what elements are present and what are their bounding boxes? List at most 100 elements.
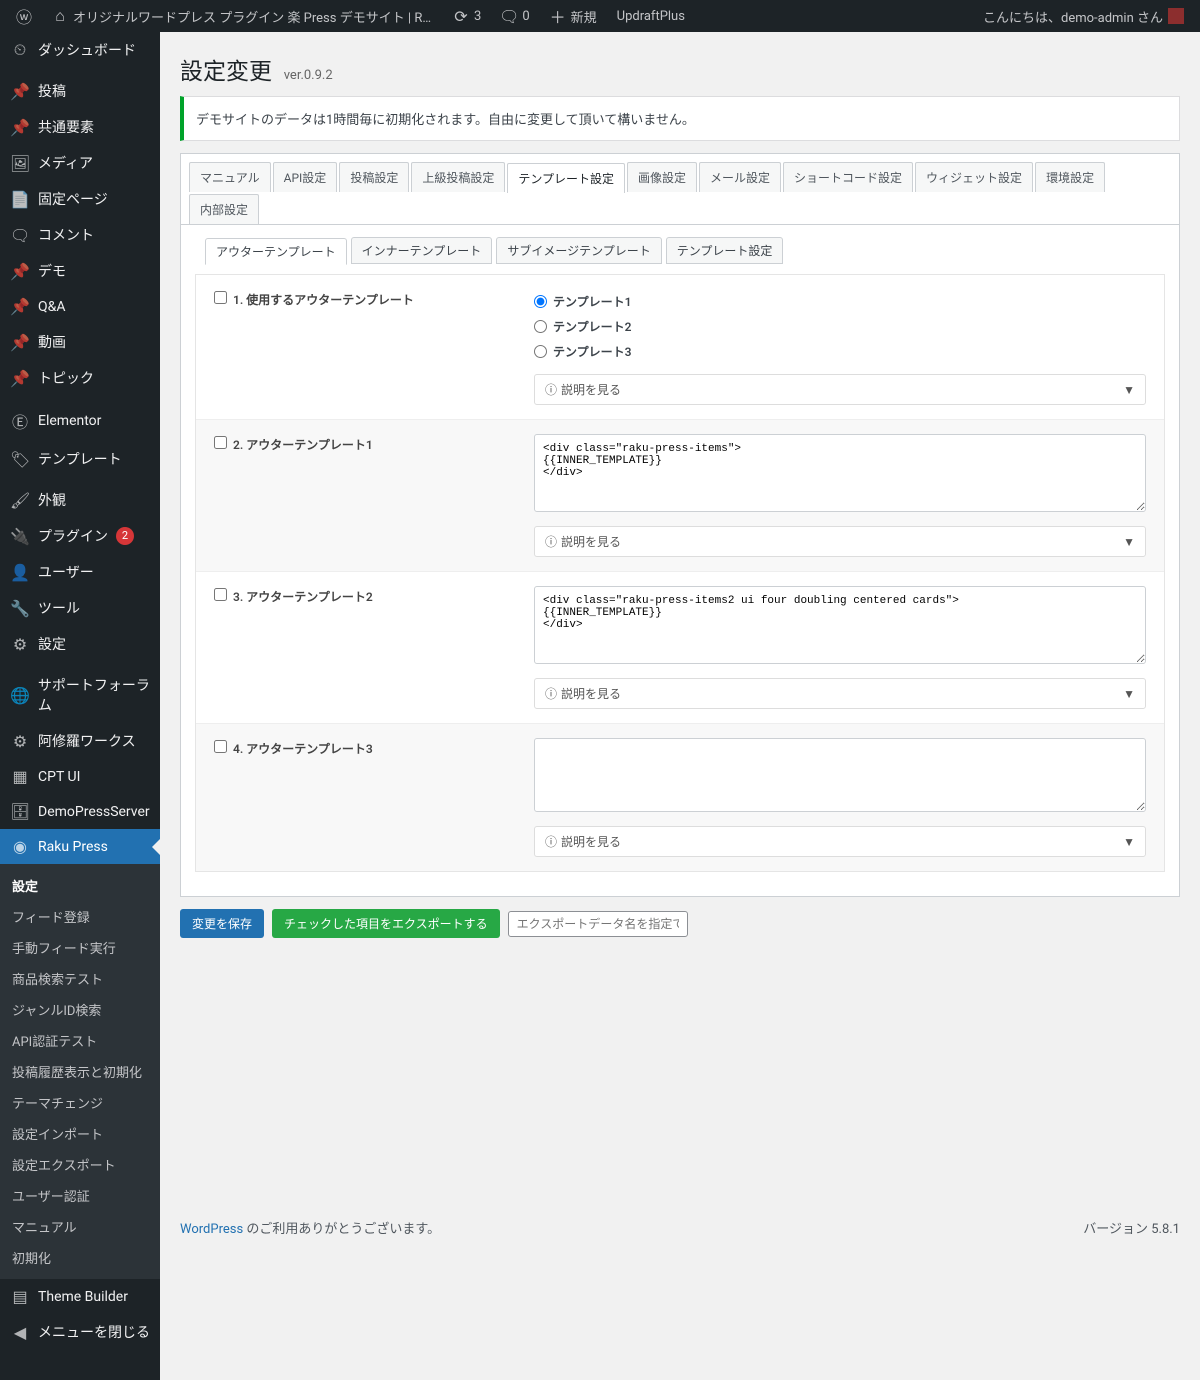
site-title: オリジナルワードプレス プラグイン 楽 Press デモサイト | Raku P…	[73, 7, 433, 26]
submenu-manual[interactable]: マニュアル	[0, 1211, 160, 1242]
export-check-2[interactable]	[214, 436, 227, 449]
comments-link[interactable]: 🗨 0	[493, 0, 537, 32]
submenu-history-init[interactable]: 投稿履歴表示と初期化	[0, 1056, 160, 1087]
grid-icon: ▦	[10, 767, 30, 786]
textarea-outer-template-1[interactable]	[534, 434, 1146, 512]
updraftplus-link[interactable]: UpdraftPlus	[609, 0, 693, 32]
submenu-user-auth[interactable]: ユーザー認証	[0, 1180, 160, 1211]
menu-qa[interactable]: 📌Q&A	[0, 289, 160, 324]
submenu-api-auth[interactable]: API認証テスト	[0, 1025, 160, 1056]
notice-box: デモサイトのデータは1時間毎に初期化されます。自由に変更して頂いて構いません。	[180, 96, 1180, 141]
wp-logo[interactable]: ⓦ	[8, 0, 40, 32]
export-check-3[interactable]	[214, 588, 227, 601]
tab-widget[interactable]: ウィジェット設定	[915, 162, 1033, 192]
menu-ashura-works[interactable]: ⚙阿修羅ワークス	[0, 723, 160, 759]
gear-icon: ⚙	[10, 732, 30, 751]
menu-common-elements[interactable]: 📌共通要素	[0, 109, 160, 145]
pin-icon: 📌	[10, 118, 30, 137]
submenu-manual-feed[interactable]: 手動フィード実行	[0, 932, 160, 963]
menu-collapse[interactable]: ◀メニューを閉じる	[0, 1314, 160, 1350]
export-check-1[interactable]	[214, 291, 227, 304]
textarea-outer-template-3[interactable]	[534, 738, 1146, 812]
updates-link[interactable]: ⟳ 3	[445, 0, 489, 32]
menu-settings[interactable]: ⚙設定	[0, 626, 160, 662]
pin-icon: 📌	[10, 369, 30, 388]
layout-icon: ▤	[10, 1287, 30, 1306]
new-content-link[interactable]: ＋ 新規	[542, 0, 605, 32]
plugin-icon: 🔌	[10, 527, 30, 546]
pin-icon: 📌	[10, 333, 30, 352]
menu-demo[interactable]: 📌デモ	[0, 253, 160, 289]
tab-internal[interactable]: 内部設定	[189, 194, 259, 224]
radio-template1[interactable]	[534, 295, 547, 308]
submenu-settings[interactable]: 設定	[0, 870, 160, 901]
row1-label: 1. 使用するアウターテンプレート	[233, 291, 414, 308]
tab-image[interactable]: 画像設定	[627, 162, 697, 192]
sub-tabs: アウターテンプレート インナーテンプレート サブイメージテンプレート テンプレー…	[181, 225, 1179, 264]
help-toggle-3[interactable]: ⓘ説明を見る ▼	[534, 678, 1146, 709]
help-icon: ⓘ	[545, 381, 557, 398]
menu-support-forum[interactable]: 🌐サポートフォーラム	[0, 667, 160, 723]
menu-appearance[interactable]: 🖌外観	[0, 482, 160, 518]
help-icon: ⓘ	[545, 533, 557, 550]
submenu-init[interactable]: 初期化	[0, 1242, 160, 1273]
tab-shortcode[interactable]: ショートコード設定	[783, 162, 913, 192]
subtab-template-settings[interactable]: テンプレート設定	[666, 237, 784, 264]
menu-posts[interactable]: 📌投稿	[0, 73, 160, 109]
tab-post[interactable]: 投稿設定	[339, 162, 409, 192]
tab-manual[interactable]: マニュアル	[189, 162, 271, 192]
menu-dashboard[interactable]: ⏲ダッシュボード	[0, 32, 160, 68]
menu-plugins[interactable]: 🔌プラグイン 2	[0, 518, 160, 554]
menu-users[interactable]: 👤ユーザー	[0, 554, 160, 590]
template-icon: 🏷	[10, 450, 30, 469]
help-toggle-2[interactable]: ⓘ説明を見る ▼	[534, 526, 1146, 557]
submenu-product-search[interactable]: 商品検索テスト	[0, 963, 160, 994]
menu-pages[interactable]: 📄固定ページ	[0, 181, 160, 217]
tab-env[interactable]: 環境設定	[1035, 162, 1105, 192]
main-tabs: マニュアル API設定 投稿設定 上級投稿設定 テンプレート設定 画像設定 メー…	[181, 154, 1179, 225]
menu-theme-builder[interactable]: ▤Theme Builder	[0, 1279, 160, 1314]
account-greeting[interactable]: こんにちは、demo-admin さん	[975, 0, 1192, 32]
export-check-4[interactable]	[214, 740, 227, 753]
menu-videos[interactable]: 📌動画	[0, 324, 160, 360]
row-use-outer-template: 1. 使用するアウターテンプレート テンプレート1 テンプレート2 テンプレート…	[196, 275, 1164, 420]
tab-mail[interactable]: メール設定	[699, 162, 781, 192]
subtab-inner[interactable]: インナーテンプレート	[351, 237, 493, 264]
wordpress-link[interactable]: WordPress	[180, 1222, 243, 1237]
radio-template3[interactable]	[534, 345, 547, 358]
help-toggle-1[interactable]: ⓘ説明を見る ▼	[534, 374, 1146, 405]
help-toggle-4[interactable]: ⓘ説明を見る ▼	[534, 826, 1146, 857]
submenu-import[interactable]: 設定インポート	[0, 1118, 160, 1149]
menu-cptui[interactable]: ▦CPT UI	[0, 759, 160, 794]
page-icon: 📄	[10, 190, 30, 209]
export-checked-button[interactable]: チェックした項目をエクスポートする	[272, 909, 500, 938]
menu-elementor[interactable]: ⒺElementor	[0, 401, 160, 441]
wp-footer: WordPress のご利用ありがとうございます。 バージョン 5.8.1	[180, 1198, 1180, 1237]
new-label: 新規	[571, 7, 597, 26]
chevron-down-icon: ▼	[1123, 535, 1135, 549]
wrench-icon: 🔧	[10, 599, 30, 618]
menu-tools[interactable]: 🔧ツール	[0, 590, 160, 626]
tab-api[interactable]: API設定	[273, 162, 338, 192]
export-name-input[interactable]	[508, 911, 688, 937]
radio-template2[interactable]	[534, 320, 547, 333]
menu-demopress[interactable]: 🗄DemoPressServer	[0, 794, 160, 829]
site-link[interactable]: ⌂ オリジナルワードプレス プラグイン 楽 Press デモサイト | Raku…	[44, 0, 441, 32]
menu-rakupress[interactable]: ◉Raku Press	[0, 829, 160, 864]
menu-topics[interactable]: 📌トピック	[0, 360, 160, 396]
form-block: 1. 使用するアウターテンプレート テンプレート1 テンプレート2 テンプレート…	[195, 274, 1165, 872]
save-button[interactable]: 変更を保存	[180, 909, 264, 938]
subtab-subimage[interactable]: サブイメージテンプレート	[496, 237, 661, 264]
row-outer-template-1: 2. アウターテンプレート1 ⓘ説明を見る ▼	[196, 420, 1164, 572]
submenu-theme-change[interactable]: テーマチェンジ	[0, 1087, 160, 1118]
menu-media[interactable]: 🖼メディア	[0, 145, 160, 181]
submenu-genre-search[interactable]: ジャンルID検索	[0, 994, 160, 1025]
tab-adv-post[interactable]: 上級投稿設定	[411, 162, 505, 192]
submenu-feed-register[interactable]: フィード登録	[0, 901, 160, 932]
textarea-outer-template-2[interactable]	[534, 586, 1146, 664]
menu-comments[interactable]: 🗨コメント	[0, 217, 160, 253]
subtab-outer[interactable]: アウターテンプレート	[205, 238, 347, 265]
tab-template[interactable]: テンプレート設定	[507, 163, 625, 193]
submenu-export[interactable]: 設定エクスポート	[0, 1149, 160, 1180]
menu-templates[interactable]: 🏷テンプレート	[0, 441, 160, 477]
